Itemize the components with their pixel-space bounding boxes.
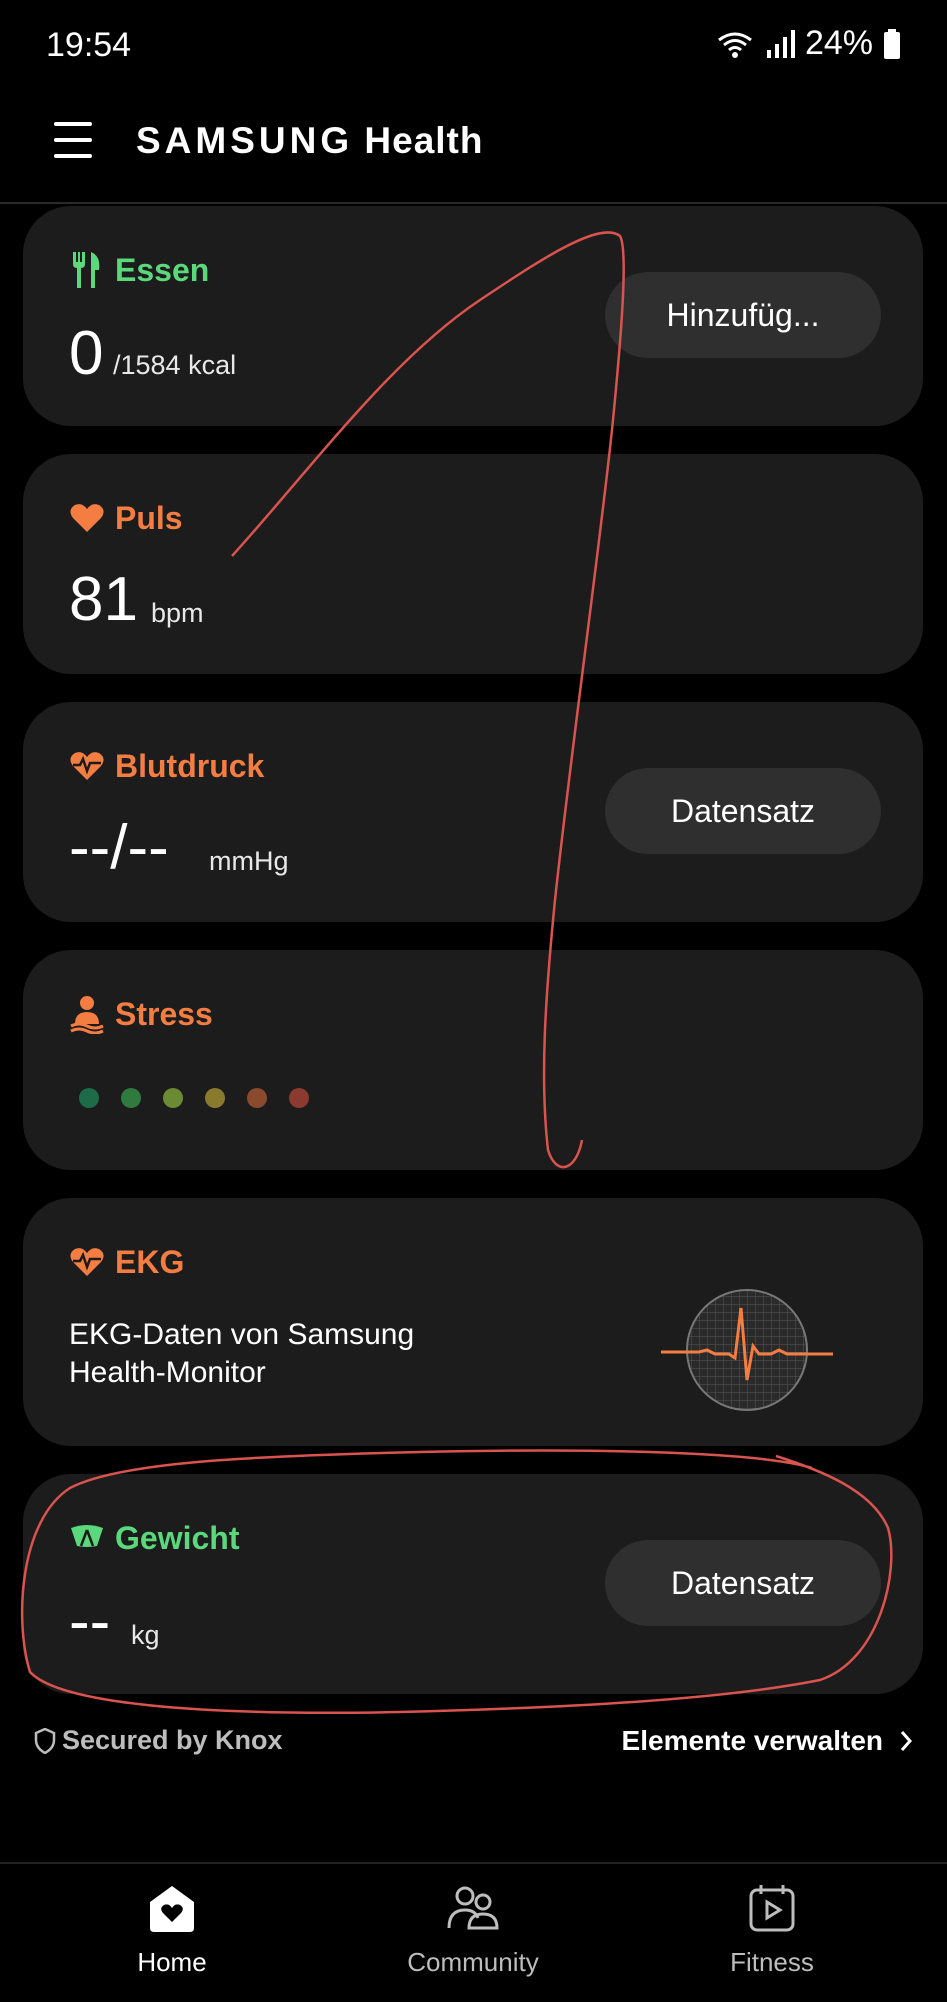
heart-icon: [70, 504, 104, 532]
ekg-description: EKG-Daten von Samsung Health-Monitor: [69, 1318, 415, 1389]
card-title: Gewicht: [115, 1520, 240, 1556]
essen-unit: /1584 kcal: [113, 350, 237, 380]
stress-level-dots: [79, 1088, 309, 1108]
card-puls[interactable]: Puls 81 bpm: [23, 454, 923, 674]
status-icons: 24%: [715, 24, 901, 63]
blutdruck-record-button[interactable]: Datensatz: [605, 768, 881, 854]
stress-dot: [205, 1088, 225, 1108]
card-stress[interactable]: Stress: [23, 950, 923, 1170]
puls-value: 81: [69, 565, 138, 634]
nav-fitness-label: Fitness: [730, 1947, 814, 1977]
add-food-button[interactable]: Hinzufüg...: [605, 272, 881, 358]
card-blutdruck[interactable]: Blutdruck --/-- mmHg Datensatz: [23, 702, 923, 922]
bottom-nav: Home Community Fitness: [0, 1862, 947, 2002]
gewicht-value: --: [69, 1587, 111, 1656]
stress-dot: [121, 1088, 141, 1108]
fitness-calendar-play-icon: [749, 1885, 795, 1932]
stress-person-icon: [70, 996, 104, 1034]
manage-items-label: Elemente verwalten: [621, 1725, 883, 1756]
nav-community-label: Community: [407, 1947, 539, 1977]
card-ekg[interactable]: EKG EKG-Daten von Samsung Health-Monitor: [23, 1198, 923, 1446]
card-title: Puls: [115, 500, 183, 536]
card-title: EKG: [115, 1244, 185, 1280]
stress-dot: [79, 1088, 99, 1108]
ekg-graph-icon: [661, 1289, 833, 1411]
card-title: Blutdruck: [115, 748, 265, 784]
card-title: Essen: [115, 252, 210, 288]
nav-fitness[interactable]: Fitness: [672, 1882, 872, 1978]
status-bar: 19:54 24%: [0, 0, 947, 92]
nav-home-label: Home: [137, 1947, 207, 1977]
shield-icon: [34, 1727, 56, 1754]
stress-dot: [163, 1088, 183, 1108]
card-gewicht[interactable]: Gewicht -- kg Datensatz: [23, 1474, 923, 1694]
blutdruck-unit: mmHg: [209, 846, 289, 876]
wifi-icon: [718, 32, 752, 58]
hamburger-menu-icon[interactable]: [54, 122, 92, 158]
heart-pulse-icon: [70, 752, 104, 780]
footer-row: Secured by Knox Elemente verwalten: [0, 1725, 947, 1785]
chevron-right-icon: [900, 1731, 913, 1751]
essen-value: 0: [69, 319, 104, 388]
home-heart-icon: [150, 1886, 194, 1932]
nav-community[interactable]: Community: [373, 1882, 573, 1978]
status-time: 19:54: [46, 26, 132, 64]
knox-label: Secured by Knox: [62, 1725, 283, 1755]
knox-badge: Secured by Knox: [34, 1725, 283, 1756]
stress-dot: [289, 1088, 309, 1108]
brand-health: Health: [364, 120, 484, 161]
nav-home[interactable]: Home: [72, 1882, 272, 1978]
puls-unit: bpm: [151, 598, 204, 628]
stress-dot: [247, 1088, 267, 1108]
community-icon: [447, 1886, 499, 1930]
battery-percent: 24%: [804, 24, 873, 62]
card-title: Stress: [115, 996, 213, 1032]
heart-pulse-icon: [70, 1248, 104, 1276]
app-brand: SAMSUNG Health: [136, 120, 483, 162]
signal-icon: [766, 29, 795, 58]
app-bar: SAMSUNG Health: [0, 92, 947, 204]
fork-knife-icon: [73, 252, 100, 288]
card-essen[interactable]: Essen 0 /1584 kcal Hinzufüg...: [23, 206, 923, 426]
battery-icon: [884, 28, 900, 59]
brand-samsung: SAMSUNG: [136, 120, 354, 161]
gewicht-record-button[interactable]: Datensatz: [605, 1540, 881, 1626]
gewicht-unit: kg: [131, 1620, 160, 1650]
manage-items-link[interactable]: Elemente verwalten: [622, 1725, 913, 1757]
blutdruck-value: --/--: [69, 813, 169, 882]
weight-scale-icon: [71, 1525, 103, 1547]
